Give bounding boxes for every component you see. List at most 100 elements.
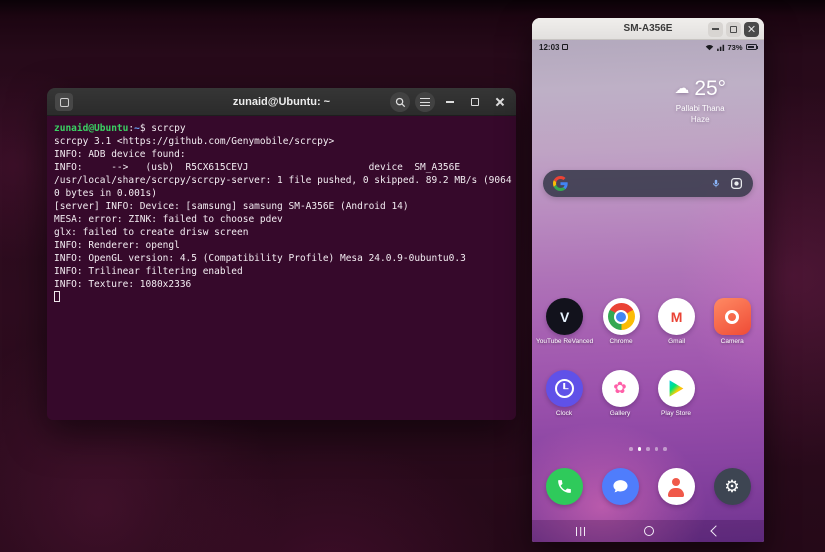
menu-button[interactable] xyxy=(415,92,435,112)
hamburger-icon xyxy=(420,98,430,106)
app-gallery[interactable]: ✿ Gallery xyxy=(592,370,648,417)
play-store-tile xyxy=(657,370,695,407)
chrome-icon xyxy=(607,303,635,330)
minimize-icon xyxy=(446,101,454,103)
terminal-line: INFO: Texture: 1080x2336 xyxy=(54,279,192,290)
terminal-line: 0 bytes in 0.001s) xyxy=(54,188,157,199)
maximize-icon xyxy=(730,25,737,33)
clock-tile xyxy=(545,370,583,407)
minimize-icon xyxy=(712,28,719,30)
close-button[interactable] xyxy=(490,92,510,112)
google-search-bar[interactable] xyxy=(543,170,753,197)
weather-condition: Haze xyxy=(690,115,710,124)
terminal-titlebar[interactable]: zunaid@Ubuntu: ~ xyxy=(47,88,516,116)
terminal-cursor-line xyxy=(54,291,509,304)
prompt-command: scrcpy xyxy=(151,123,186,134)
app-contacts[interactable] xyxy=(648,468,704,505)
terminal-line: INFO: Trilinear filtering enabled xyxy=(54,266,243,277)
terminal-line: MESA: error: ZINK: failed to choose pdev xyxy=(54,214,283,225)
app-gmail[interactable]: M Gmail xyxy=(649,298,705,345)
new-tab-button[interactable] xyxy=(55,93,73,111)
lens-icon[interactable] xyxy=(730,177,743,190)
page-dot[interactable] xyxy=(663,447,667,451)
close-button[interactable] xyxy=(744,21,759,37)
play-store-icon xyxy=(669,380,684,397)
maximize-button[interactable] xyxy=(726,21,741,37)
gallery-icon: ✿ xyxy=(613,379,627,397)
terminal-output[interactable]: zunaid@Ubuntu:~$ scrcpy scrcpy 3.1 <https… xyxy=(47,116,516,420)
youtube-revanced-icon: V xyxy=(559,308,570,325)
weather-widget[interactable]: ☁ 25° Pallabi Thana Haze xyxy=(636,78,764,124)
wifi-icon xyxy=(706,44,714,50)
terminal-window: zunaid@Ubuntu: ~ zunaid@Ubuntu:~$ scrcpy… xyxy=(47,88,516,420)
terminal-line: /usr/local/share/scrcpy/scrcpy-server: 1… xyxy=(54,175,512,186)
scrcpy-window: SM-A356E 12:03 73% ☁ 25° Pallabi Thana H… xyxy=(532,18,764,542)
app-chrome[interactable]: Chrome xyxy=(593,298,649,345)
settings-icon: ⚙ xyxy=(724,477,740,496)
camera-tile xyxy=(713,298,751,335)
clock-icon xyxy=(554,379,574,398)
phone-icon xyxy=(557,480,571,493)
status-time: 12:03 xyxy=(539,42,560,52)
prompt-user: zunaid@Ubuntu xyxy=(54,123,129,134)
app-label: Gmail xyxy=(668,338,686,345)
app-clock[interactable]: Clock xyxy=(536,370,592,417)
cloud-icon: ☁ xyxy=(674,80,690,97)
home-button[interactable] xyxy=(643,526,654,536)
camera-icon xyxy=(725,309,740,324)
search-button[interactable] xyxy=(390,92,410,112)
prompt-dollar: $ xyxy=(139,123,152,134)
google-g-icon xyxy=(553,176,568,191)
notification-icon xyxy=(562,44,569,50)
maximize-button[interactable] xyxy=(465,92,485,112)
app-label: YouTube ReVanced xyxy=(536,338,594,345)
navigation-bar xyxy=(532,520,764,542)
app-phone[interactable] xyxy=(536,468,592,505)
page-dot[interactable] xyxy=(654,447,659,451)
status-left: 12:03 xyxy=(539,42,569,52)
app-label: Gallery xyxy=(609,410,631,417)
terminal-line: [server] INFO: Device: [samsung] samsung… xyxy=(54,201,409,212)
terminal-line: INFO: Renderer: opengl xyxy=(54,240,180,251)
battery-icon xyxy=(746,44,759,50)
terminal-line: INFO: --> (usb) R5CX615CEVJ device SM_A3… xyxy=(54,162,461,173)
app-row-2: Clock ✿ Gallery Play Store xyxy=(536,370,760,417)
app-label: Camera xyxy=(720,338,744,345)
close-icon xyxy=(495,97,505,107)
app-messages[interactable] xyxy=(592,468,648,505)
app-camera[interactable]: Camera xyxy=(704,298,760,345)
youtube-revanced-tile: V xyxy=(546,298,584,335)
page-dot[interactable] xyxy=(629,447,633,451)
back-button[interactable] xyxy=(710,525,722,537)
scrcpy-titlebar[interactable]: SM-A356E xyxy=(532,18,764,40)
gmail-tile: M xyxy=(658,298,696,335)
page-dot[interactable] xyxy=(637,447,642,451)
battery-percent: 73% xyxy=(727,42,743,52)
phone-status-bar: 12:03 73% xyxy=(532,40,764,54)
close-icon xyxy=(748,25,756,33)
chrome-tile xyxy=(602,298,640,335)
phone-screen[interactable]: 12:03 73% ☁ 25° Pallabi Thana Haze V You… xyxy=(532,40,764,542)
mic-icon[interactable] xyxy=(711,177,721,190)
contacts-icon xyxy=(666,477,686,497)
recents-button[interactable] xyxy=(576,526,585,536)
phone-tile xyxy=(545,468,583,505)
minimize-button[interactable] xyxy=(440,92,460,112)
minimize-button[interactable] xyxy=(708,21,723,37)
page-dot[interactable] xyxy=(646,447,650,451)
signal-icon xyxy=(717,44,725,51)
terminal-line: glx: failed to create drisw screen xyxy=(54,227,249,238)
desktop-background: zunaid@Ubuntu: ~ zunaid@Ubuntu:~$ scrcpy… xyxy=(0,0,825,552)
app-settings[interactable]: ⚙ xyxy=(704,468,760,505)
terminal-line: scrcpy 3.1 <https://github.com/Genymobil… xyxy=(54,136,335,147)
app-label: Chrome xyxy=(609,338,633,345)
terminal-window-controls xyxy=(390,92,510,112)
terminal-line: INFO: ADB device found: xyxy=(54,149,186,160)
messages-icon xyxy=(612,480,628,493)
app-youtube-revanced[interactable]: V YouTube ReVanced xyxy=(536,298,593,345)
terminal-line: INFO: OpenGL version: 4.5 (Compatibility… xyxy=(54,253,466,264)
contacts-tile xyxy=(657,468,695,505)
weather-location: Pallabi Thana xyxy=(675,104,725,113)
dock: ⚙ xyxy=(536,468,760,505)
app-play-store[interactable]: Play Store xyxy=(648,370,704,417)
